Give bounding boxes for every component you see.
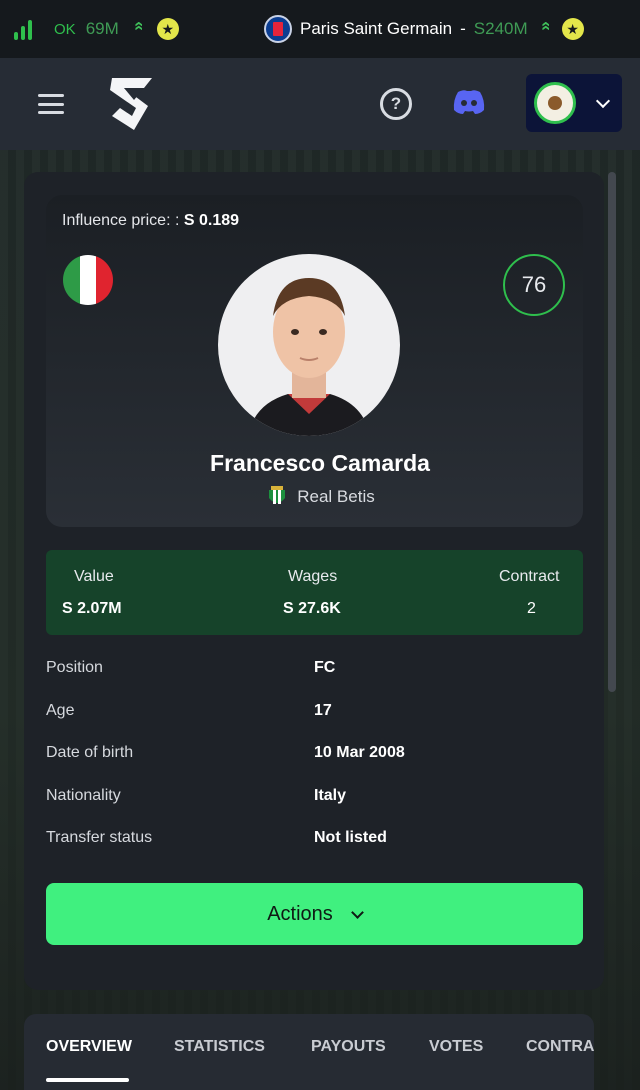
tab-statistics[interactable]: STATISTICS	[174, 1038, 265, 1056]
separator: -	[460, 19, 466, 38]
psg-badge-icon	[264, 15, 292, 43]
nationality-label: Nationality	[46, 787, 121, 804]
tab-votes[interactable]: VOTES	[429, 1038, 483, 1056]
contract-years: 2	[527, 600, 536, 617]
actions-button[interactable]: Actions	[46, 883, 583, 945]
wages-amount: S 27.6K	[283, 600, 341, 617]
budget-value: 69M	[85, 19, 119, 38]
value-amount: S 2.07M	[62, 600, 122, 617]
club-selector-button[interactable]	[526, 74, 622, 132]
tab-contracts[interactable]: CONTRA	[526, 1038, 594, 1056]
chevron-down-icon	[350, 905, 364, 919]
player-photo	[218, 254, 400, 436]
double-chevron-up-icon: »	[534, 27, 554, 31]
contract-label: Contract	[499, 568, 560, 585]
actions-label: Actions	[267, 902, 333, 925]
tab-overview[interactable]: OVERVIEW	[46, 1038, 132, 1056]
discord-icon[interactable]	[452, 88, 486, 116]
chevron-down-icon	[595, 93, 611, 109]
status-text: OK	[54, 20, 76, 38]
hamburger-icon[interactable]	[38, 94, 64, 114]
player-club[interactable]: Real Betis	[0, 486, 640, 508]
nationality-value: Italy	[314, 787, 347, 804]
signal-icon	[14, 18, 32, 40]
sorare-logo[interactable]	[104, 72, 160, 136]
player-name: Francesco Camarda	[210, 450, 430, 476]
italy-flag-icon	[63, 255, 113, 305]
value-label: Value	[74, 568, 114, 585]
player-rating: 76	[503, 254, 565, 316]
age-label: Age	[46, 702, 75, 719]
club-badge-icon	[534, 82, 576, 124]
club-name-label: Real Betis	[297, 487, 375, 506]
scrollbar[interactable]	[608, 172, 616, 692]
club-value: S240M	[473, 19, 528, 38]
wages-label: Wages	[288, 568, 338, 585]
star-icon: ★	[156, 18, 179, 40]
help-button[interactable]: ?	[380, 88, 412, 120]
top-status-bar: OK 69M » ★ Paris Saint Germain - S240M »…	[0, 0, 640, 58]
contract-stats-panel	[46, 550, 583, 635]
app-header: ?	[0, 58, 640, 150]
star-icon: ★	[561, 18, 584, 40]
double-chevron-up-icon: »	[127, 27, 147, 31]
position-value: FC	[314, 659, 336, 676]
age-value: 17	[314, 702, 332, 719]
dob-label: Date of birth	[46, 744, 134, 761]
currency-icon: S	[473, 19, 486, 38]
club-name: Paris Saint Germain	[300, 19, 453, 38]
dob-value: 10 Mar 2008	[314, 744, 405, 761]
tab-payouts[interactable]: PAYOUTS	[311, 1038, 386, 1056]
question-icon: ?	[390, 94, 402, 113]
real-betis-crest-icon	[269, 486, 286, 504]
active-tab-indicator	[46, 1078, 129, 1082]
transfer-status-label: Transfer status	[46, 829, 153, 846]
position-label: Position	[46, 659, 103, 676]
influence-price: Influence price: : S 0.189	[62, 212, 240, 229]
transfer-status-value: Not listed	[314, 829, 387, 846]
